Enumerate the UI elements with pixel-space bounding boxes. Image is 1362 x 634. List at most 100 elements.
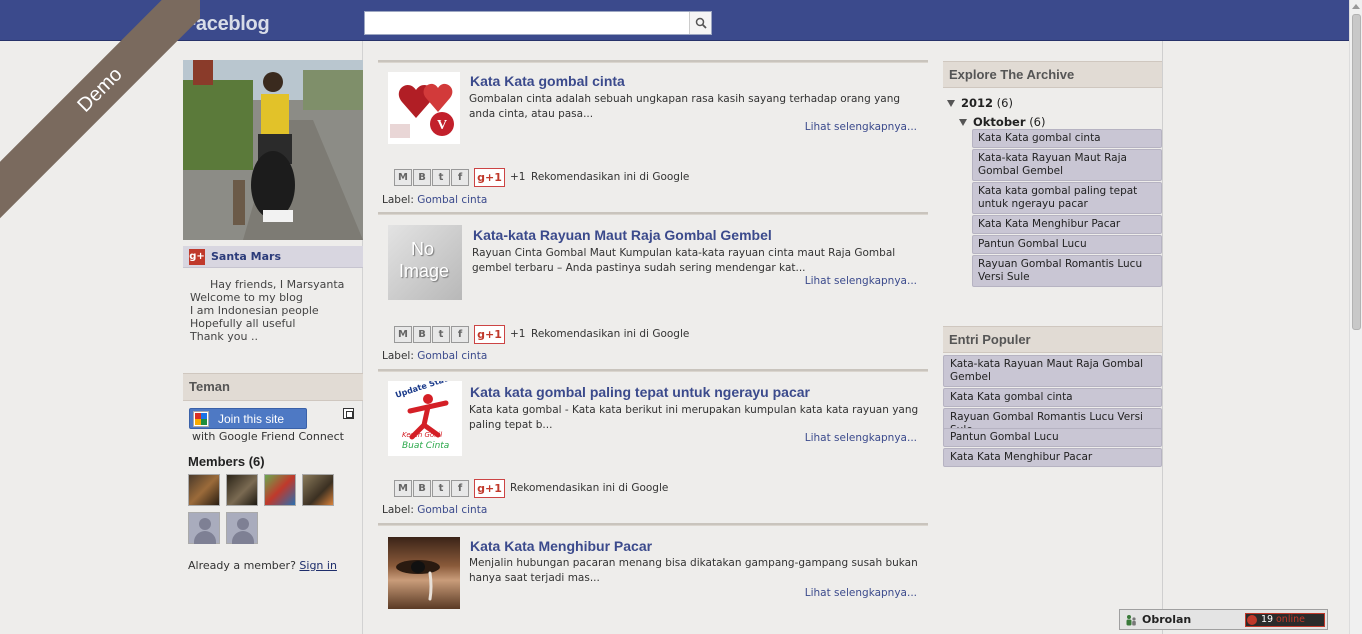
recommend-text: Rekomendasikan ini di Google: [510, 482, 669, 494]
demo-ribbon: Demo: [0, 0, 200, 225]
signin-link[interactable]: Sign in: [299, 559, 337, 572]
share-bar: M B t f g+1 Rekomendasikan ini di Google: [394, 479, 794, 499]
email-icon[interactable]: M: [394, 326, 412, 343]
archive-post-link[interactable]: Pantun Gombal Lucu: [972, 235, 1162, 254]
facebook-icon[interactable]: f: [451, 326, 469, 343]
bio-line: I am Indonesian people: [190, 304, 319, 317]
post-title[interactable]: Kata Kata gombal cinta: [470, 73, 625, 89]
search-box: [364, 11, 712, 35]
read-more-link[interactable]: Lihat selengkapnya...: [805, 275, 917, 287]
post-title[interactable]: Kata-kata Rayuan Maut Raja Gombal Gembel: [473, 227, 772, 243]
label-link[interactable]: Gombal cinta: [417, 350, 487, 362]
signin-line: Already a member? Sign in: [188, 559, 337, 572]
popular-post-link[interactable]: Kata-kata Rayuan Maut Raja Gombal Gembel: [943, 355, 1162, 387]
archive-year-count: (6): [996, 96, 1013, 110]
twitter-icon[interactable]: t: [432, 480, 450, 497]
scrollbar-thumb[interactable]: [1352, 14, 1361, 330]
facebook-icon[interactable]: f: [451, 480, 469, 497]
read-more-link[interactable]: Lihat selengkapnya...: [805, 432, 917, 444]
post-thumbnail[interactable]: Update Status Keren Gokil Buat Cinta: [388, 381, 462, 456]
join-site-button[interactable]: Join this site: [189, 408, 307, 429]
gplus-profile-bar[interactable]: g+ Santa Mars: [183, 246, 363, 268]
archive-month[interactable]: Oktober: [973, 115, 1026, 129]
thumb-caption: Keren Gokil: [402, 431, 443, 439]
gplus-one-button[interactable]: g+1: [474, 325, 505, 344]
members-title: Members (6): [188, 454, 265, 469]
post-thumbnail[interactable]: No Image: [388, 225, 462, 300]
scroll-up-arrow-icon[interactable]: [1352, 4, 1360, 9]
online-label: online: [1276, 614, 1305, 625]
post-title[interactable]: Kata Kata Menghibur Pacar: [470, 538, 652, 554]
popular-post-link[interactable]: Kata Kata Menghibur Pacar: [943, 448, 1162, 467]
post-snippet: Menjalin hubungan pacaran menang bisa di…: [469, 557, 918, 584]
blogger-icon[interactable]: B: [413, 480, 431, 497]
online-status-icon: [1247, 615, 1257, 625]
member-avatar[interactable]: [188, 474, 220, 506]
archive-year[interactable]: 2012: [961, 96, 993, 110]
collapse-triangle-icon[interactable]: [959, 119, 967, 126]
archive-post-link[interactable]: Kata Kata Menghibur Pacar: [972, 215, 1162, 234]
member-avatar[interactable]: [264, 474, 296, 506]
left-sidebar: g+ Santa Mars Hay friends, I Marsyanta W…: [183, 41, 363, 634]
profile-photo: [183, 60, 363, 240]
post-thumbnail[interactable]: [388, 537, 460, 609]
friends-widget-title: Teman: [183, 373, 363, 401]
archive-post-link[interactable]: Kata Kata gombal cinta: [972, 129, 1162, 148]
post-divider: [378, 212, 928, 215]
no-image-word: No: [411, 239, 435, 259]
read-more-link[interactable]: Lihat selengkapnya...: [805, 587, 917, 599]
twitter-icon[interactable]: t: [432, 169, 450, 186]
profile-name[interactable]: Santa Mars: [211, 250, 281, 263]
online-counter[interactable]: 19 online: [1245, 613, 1325, 627]
post-title[interactable]: Kata kata gombal paling tepat untuk nger…: [470, 384, 810, 400]
label-link[interactable]: Gombal cinta: [417, 504, 487, 516]
chat-bar[interactable]: Obrolan 19 online: [1119, 609, 1328, 630]
archive-year-row[interactable]: 2012 (6): [947, 96, 1013, 110]
archive-month-row[interactable]: Oktober (6): [959, 115, 1045, 129]
share-bar: M B t f g+1 +1 Rekomendasikan ini di Goo…: [394, 168, 794, 188]
label-prefix: Label:: [382, 350, 414, 362]
read-more-link[interactable]: Lihat selengkapnya...: [805, 121, 917, 133]
post-divider: [378, 523, 928, 526]
popular-post-link[interactable]: Kata Kata gombal cinta: [943, 388, 1162, 407]
search-button[interactable]: [689, 12, 711, 34]
post-label-line: Label: Gombal cinta: [382, 350, 487, 362]
search-input[interactable]: [365, 12, 690, 34]
archive-post-link[interactable]: Kata kata gombal paling tepat untuk nger…: [972, 182, 1162, 214]
blogger-icon[interactable]: B: [413, 326, 431, 343]
search-icon: [695, 17, 707, 29]
member-avatar[interactable]: [188, 512, 220, 544]
email-icon[interactable]: M: [394, 169, 412, 186]
member-avatar[interactable]: [226, 512, 258, 544]
member-avatar[interactable]: [226, 474, 258, 506]
popular-post-link[interactable]: Pantun Gombal Lucu: [943, 428, 1162, 447]
collapse-triangle-icon[interactable]: [947, 100, 955, 107]
twitter-icon[interactable]: t: [432, 326, 450, 343]
member-avatar[interactable]: [302, 474, 334, 506]
top-bar: Faceblog: [0, 0, 1349, 41]
plus-one-count: +1: [510, 328, 526, 340]
archive-post-link[interactable]: Rayuan Gombal Romantis Lucu Versi Sule: [972, 255, 1162, 287]
gplus-one-button[interactable]: g+1: [474, 479, 505, 498]
recommend-text: Rekomendasikan ini di Google: [531, 171, 690, 183]
email-icon[interactable]: M: [394, 480, 412, 497]
gplus-one-button[interactable]: g+1: [474, 168, 505, 187]
blogger-icon[interactable]: B: [413, 169, 431, 186]
svg-text:V: V: [437, 118, 447, 133]
post-list: V Kata Kata gombal cinta Gombalan cinta …: [378, 41, 928, 634]
post-snippet: Rayuan Cinta Gombal Maut Kumpulan kata-k…: [472, 247, 896, 274]
bio-line: Thank you ..: [190, 330, 258, 343]
post-divider: [378, 369, 928, 372]
archive-post-link[interactable]: Kata-kata Rayuan Maut Raja Gombal Gembel: [972, 149, 1162, 181]
label-link[interactable]: Gombal cinta: [417, 194, 487, 206]
facebook-icon[interactable]: f: [451, 169, 469, 186]
page-edge: [1162, 41, 1163, 634]
label-prefix: Label:: [382, 194, 414, 206]
label-prefix: Label:: [382, 504, 414, 516]
join-site-label: Join this site: [218, 412, 285, 426]
post-snippet: Gombalan cinta adalah sebuah ungkapan ra…: [469, 93, 901, 120]
post-thumbnail[interactable]: V: [388, 72, 460, 144]
popout-icon[interactable]: [343, 408, 354, 419]
chat-people-icon: [1126, 615, 1136, 626]
page-scrollbar[interactable]: [1349, 0, 1362, 634]
